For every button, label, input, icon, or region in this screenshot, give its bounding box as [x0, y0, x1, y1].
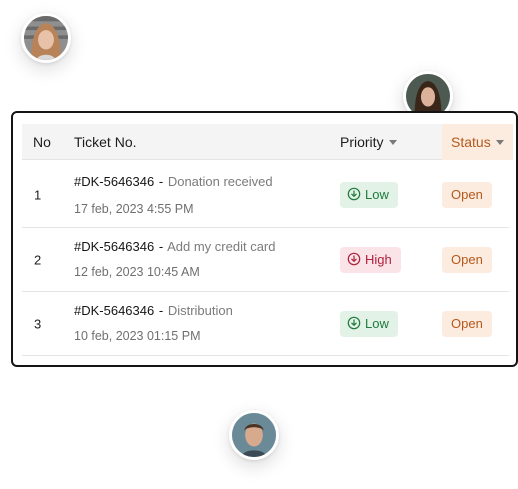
table-row[interactable]: 2 #DK-5646346 - Add my credit card 12 fe…	[22, 228, 509, 292]
column-header-ticket: Ticket No.	[74, 134, 137, 150]
caret-down-icon	[495, 140, 504, 145]
priority-label: Low	[365, 186, 389, 202]
row-number: 1	[34, 187, 42, 202]
ticket-separator: -	[158, 303, 164, 318]
ticket-title: #DK-5646346 - Add my credit card	[74, 239, 275, 254]
ticket-date: 10 feb, 2023 01:15 PM	[74, 329, 201, 343]
status-badge: Open	[442, 181, 492, 208]
ticket-separator: -	[158, 174, 164, 189]
ticket-id: #DK-5646346	[74, 174, 155, 189]
ticket-title: #DK-5646346 - Donation received	[74, 174, 273, 189]
ticket-id: #DK-5646346	[74, 303, 155, 318]
table-header: No Ticket No. Priority Status	[22, 124, 513, 160]
column-header-status[interactable]: Status	[442, 124, 513, 160]
table-row[interactable]: 1 #DK-5646346 - Donation received 17 feb…	[22, 162, 509, 228]
ticket-title: #DK-5646346 - Distribution	[74, 303, 233, 318]
ticket-description: Distribution	[167, 303, 233, 318]
user-avatar	[229, 410, 279, 460]
column-header-status-label: Status	[451, 134, 491, 150]
ticket-description: Donation received	[167, 174, 273, 189]
arrow-down-circle-icon	[347, 316, 361, 329]
status-badge: Open	[442, 310, 492, 337]
ticket-table: No Ticket No. Priority Status 1 #DK-5646…	[11, 111, 518, 367]
ticket-date: 17 feb, 2023 4:55 PM	[74, 202, 194, 216]
priority-badge: High	[340, 246, 401, 273]
priority-badge: Low	[340, 181, 398, 208]
column-header-priority-label: Priority	[340, 134, 384, 150]
arrow-down-circle-icon	[347, 252, 361, 265]
ticket-id: #DK-5646346	[74, 239, 155, 254]
row-number: 3	[34, 316, 42, 331]
user-avatar	[21, 13, 71, 63]
priority-label: Low	[365, 315, 389, 331]
ticket-date: 12 feb, 2023 10:45 AM	[74, 265, 200, 279]
priority-label: High	[365, 251, 392, 267]
row-number: 2	[34, 252, 42, 267]
caret-down-icon	[388, 140, 397, 145]
arrow-down-circle-icon	[347, 187, 361, 200]
ticket-description: Add my credit card	[167, 239, 276, 254]
ticket-separator: -	[158, 239, 164, 254]
status-badge: Open	[442, 246, 492, 273]
column-header-no: No	[33, 134, 51, 150]
table-row[interactable]: 3 #DK-5646346 - Distribution 10 feb, 202…	[22, 292, 509, 356]
column-header-priority[interactable]: Priority	[340, 124, 397, 160]
priority-badge: Low	[340, 310, 398, 337]
